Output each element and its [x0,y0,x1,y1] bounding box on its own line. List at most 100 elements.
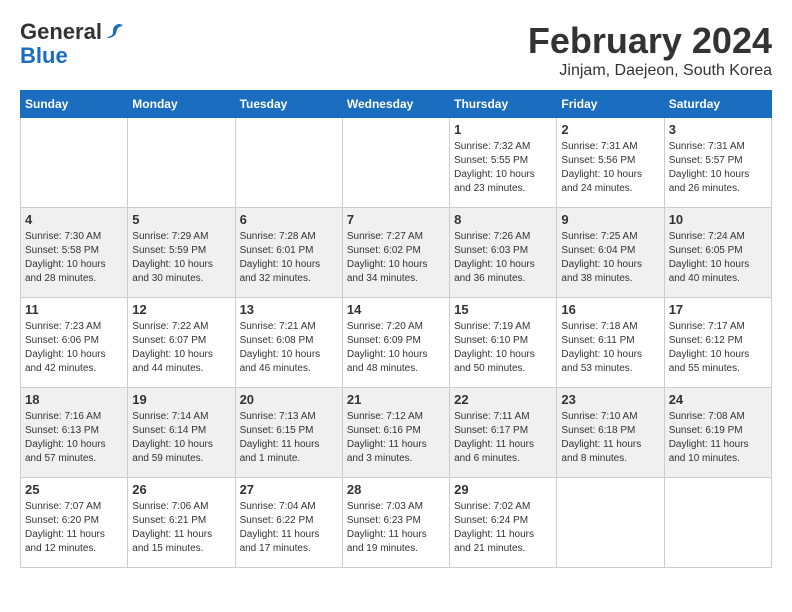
calendar-cell: 5 Sunrise: 7:29 AM Sunset: 5:59 PM Daylig… [128,208,235,298]
day-number: 10 [669,212,767,227]
calendar-cell [342,118,449,208]
day-number: 21 [347,392,445,407]
day-detail: Sunrise: 7:02 AM Sunset: 6:24 PM Dayligh… [454,500,552,556]
logo-general-text: General [20,20,102,44]
day-header-friday: Friday [557,91,664,118]
calendar-cell: 3 Sunrise: 7:31 AM Sunset: 5:57 PM Daylig… [664,118,771,208]
day-header-thursday: Thursday [450,91,557,118]
day-detail: Sunrise: 7:07 AM Sunset: 6:20 PM Dayligh… [25,500,123,556]
day-number: 12 [132,302,230,317]
day-header-monday: Monday [128,91,235,118]
day-detail: Sunrise: 7:19 AM Sunset: 6:10 PM Dayligh… [454,320,552,376]
day-detail: Sunrise: 7:03 AM Sunset: 6:23 PM Dayligh… [347,500,445,556]
day-number: 24 [669,392,767,407]
calendar-cell: 10 Sunrise: 7:24 AM Sunset: 6:05 PM Dayli… [664,208,771,298]
calendar-cell: 28 Sunrise: 7:03 AM Sunset: 6:23 PM Dayli… [342,478,449,568]
day-number: 25 [25,482,123,497]
calendar-week-row: 11 Sunrise: 7:23 AM Sunset: 6:06 PM Dayli… [21,298,772,388]
day-header-saturday: Saturday [664,91,771,118]
day-number: 20 [240,392,338,407]
day-number: 13 [240,302,338,317]
calendar-week-row: 1 Sunrise: 7:32 AM Sunset: 5:55 PM Daylig… [21,118,772,208]
calendar-cell: 16 Sunrise: 7:18 AM Sunset: 6:11 PM Dayli… [557,298,664,388]
calendar-cell: 18 Sunrise: 7:16 AM Sunset: 6:13 PM Dayli… [21,388,128,478]
day-number: 16 [561,302,659,317]
day-number: 4 [25,212,123,227]
day-detail: Sunrise: 7:11 AM Sunset: 6:17 PM Dayligh… [454,410,552,466]
day-number: 18 [25,392,123,407]
day-detail: Sunrise: 7:18 AM Sunset: 6:11 PM Dayligh… [561,320,659,376]
day-number: 28 [347,482,445,497]
calendar-cell: 23 Sunrise: 7:10 AM Sunset: 6:18 PM Dayli… [557,388,664,478]
day-detail: Sunrise: 7:31 AM Sunset: 5:56 PM Dayligh… [561,140,659,196]
day-number: 5 [132,212,230,227]
calendar-cell [21,118,128,208]
calendar-table: SundayMondayTuesdayWednesdayThursdayFrid… [20,90,772,568]
calendar-cell [557,478,664,568]
day-number: 27 [240,482,338,497]
day-header-tuesday: Tuesday [235,91,342,118]
day-header-wednesday: Wednesday [342,91,449,118]
calendar-cell: 15Sunrise: 7:19 AM Sunset: 6:10 PM Dayli… [450,298,557,388]
calendar-cell: 21 Sunrise: 7:12 AM Sunset: 6:16 PM Dayli… [342,388,449,478]
day-detail: Sunrise: 7:06 AM Sunset: 6:21 PM Dayligh… [132,500,230,556]
day-detail: Sunrise: 7:10 AM Sunset: 6:18 PM Dayligh… [561,410,659,466]
month-title: February 2024 [528,20,772,62]
day-number: 29 [454,482,552,497]
day-detail: Sunrise: 7:25 AM Sunset: 6:04 PM Dayligh… [561,230,659,286]
calendar-cell: 19Sunrise: 7:14 AM Sunset: 6:14 PM Dayli… [128,388,235,478]
logo: General Blue [20,20,126,68]
calendar-header-row: SundayMondayTuesdayWednesdayThursdayFrid… [21,91,772,118]
logo-bird-icon [104,21,126,43]
calendar-cell: 8Sunrise: 7:26 AM Sunset: 6:03 PM Daylig… [450,208,557,298]
day-number: 23 [561,392,659,407]
day-number: 19 [132,392,230,407]
calendar-cell: 12 Sunrise: 7:22 AM Sunset: 6:07 PM Dayli… [128,298,235,388]
day-detail: Sunrise: 7:29 AM Sunset: 5:59 PM Dayligh… [132,230,230,286]
header: General Blue February 2024 Jinjam, Daeje… [20,20,772,80]
day-detail: Sunrise: 7:16 AM Sunset: 6:13 PM Dayligh… [25,410,123,466]
calendar-cell: 29 Sunrise: 7:02 AM Sunset: 6:24 PM Dayli… [450,478,557,568]
day-detail: Sunrise: 7:31 AM Sunset: 5:57 PM Dayligh… [669,140,767,196]
calendar-week-row: 4 Sunrise: 7:30 AM Sunset: 5:58 PM Daylig… [21,208,772,298]
day-number: 1 [454,122,552,137]
day-detail: Sunrise: 7:30 AM Sunset: 5:58 PM Dayligh… [25,230,123,286]
day-detail: Sunrise: 7:12 AM Sunset: 6:16 PM Dayligh… [347,410,445,466]
day-detail: Sunrise: 7:24 AM Sunset: 6:05 PM Dayligh… [669,230,767,286]
day-detail: Sunrise: 7:32 AM Sunset: 5:55 PM Dayligh… [454,140,552,196]
calendar-cell: 6 Sunrise: 7:28 AM Sunset: 6:01 PM Daylig… [235,208,342,298]
day-detail: Sunrise: 7:28 AM Sunset: 6:01 PM Dayligh… [240,230,338,286]
day-number: 17 [669,302,767,317]
day-number: 7 [347,212,445,227]
day-number: 6 [240,212,338,227]
day-detail: Sunrise: 7:27 AM Sunset: 6:02 PM Dayligh… [347,230,445,286]
day-detail: Sunrise: 7:13 AM Sunset: 6:15 PM Dayligh… [240,410,338,466]
day-detail: Sunrise: 7:26 AM Sunset: 6:03 PM Dayligh… [454,230,552,286]
calendar-cell: 13Sunrise: 7:21 AM Sunset: 6:08 PM Dayli… [235,298,342,388]
calendar-cell: 26Sunrise: 7:06 AM Sunset: 6:21 PM Dayli… [128,478,235,568]
calendar-cell [128,118,235,208]
calendar-cell: 11 Sunrise: 7:23 AM Sunset: 6:06 PM Dayli… [21,298,128,388]
calendar-cell [235,118,342,208]
day-number: 14 [347,302,445,317]
calendar-cell: 22Sunrise: 7:11 AM Sunset: 6:17 PM Dayli… [450,388,557,478]
calendar-cell: 7 Sunrise: 7:27 AM Sunset: 6:02 PM Daylig… [342,208,449,298]
title-area: February 2024 Jinjam, Daejeon, South Kor… [528,20,772,80]
day-number: 11 [25,302,123,317]
day-detail: Sunrise: 7:22 AM Sunset: 6:07 PM Dayligh… [132,320,230,376]
day-detail: Sunrise: 7:23 AM Sunset: 6:06 PM Dayligh… [25,320,123,376]
day-detail: Sunrise: 7:04 AM Sunset: 6:22 PM Dayligh… [240,500,338,556]
day-number: 9 [561,212,659,227]
calendar-cell: 1 Sunrise: 7:32 AM Sunset: 5:55 PM Daylig… [450,118,557,208]
day-detail: Sunrise: 7:08 AM Sunset: 6:19 PM Dayligh… [669,410,767,466]
calendar-cell [664,478,771,568]
calendar-cell: 20 Sunrise: 7:13 AM Sunset: 6:15 PM Dayli… [235,388,342,478]
day-number: 3 [669,122,767,137]
calendar-cell: 9 Sunrise: 7:25 AM Sunset: 6:04 PM Daylig… [557,208,664,298]
day-number: 2 [561,122,659,137]
calendar-cell: 4 Sunrise: 7:30 AM Sunset: 5:58 PM Daylig… [21,208,128,298]
calendar-week-row: 25 Sunrise: 7:07 AM Sunset: 6:20 PM Dayli… [21,478,772,568]
calendar-cell: 24 Sunrise: 7:08 AM Sunset: 6:19 PM Dayli… [664,388,771,478]
calendar-cell: 27 Sunrise: 7:04 AM Sunset: 6:22 PM Dayli… [235,478,342,568]
calendar-cell: 14Sunrise: 7:20 AM Sunset: 6:09 PM Dayli… [342,298,449,388]
